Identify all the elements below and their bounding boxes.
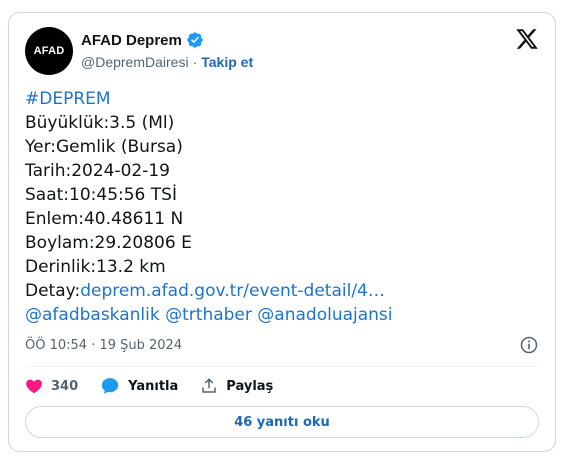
speech-bubble-icon (101, 378, 119, 394)
tweet-header: AFAD AFAD Deprem @DepremDairesi · Takip … (25, 27, 539, 77)
name-row: AFAD Deprem (81, 31, 204, 49)
hashtag-link[interactable]: #DEPREM (25, 89, 111, 109)
display-name[interactable]: AFAD Deprem (81, 32, 182, 49)
reply-button[interactable]: Yanıtla (100, 376, 178, 396)
timestamp-row: ÖÖ 10:54 · 19 Şub 2024 (25, 335, 539, 355)
detail-link[interactable]: deprem.afad.gov.tr/event-detail/4… (80, 281, 385, 301)
mention-link[interactable]: @trthaber (165, 305, 252, 325)
mentions-line: @afadbaskanlik @trthaber @anadoluajansi (25, 303, 539, 327)
text-line-latitude: Enlem:40.48611 N (25, 209, 184, 229)
x-logo-icon[interactable] (515, 27, 539, 51)
mention-link[interactable]: @anadoluajansi (257, 305, 392, 325)
follow-link[interactable]: Takip et (201, 54, 253, 70)
text-line-longitude: Boylam:29.20806 E (25, 233, 192, 253)
text-line-time: Saat:10:45:56 TSİ (25, 185, 177, 205)
text-line-depth: Derinlik:13.2 km (25, 257, 166, 277)
action-bar: 340 Yanıtla Paylaş (25, 374, 295, 398)
like-count: 340 (51, 378, 79, 394)
embedded-tweet-card: AFAD AFAD Deprem @DepremDairesi · Takip … (8, 12, 556, 452)
avatar-text: AFAD (33, 45, 65, 57)
share-button[interactable]: Paylaş (200, 377, 273, 395)
handle-row: @DepremDairesi · Takip et (81, 54, 253, 70)
tweet-text: #DEPREM Büyüklük:3.5 (Ml) Yer:Gemlik (Bu… (25, 87, 539, 327)
reply-label: Yanıtla (128, 378, 179, 394)
detail-prefix: Detay: (25, 281, 81, 301)
text-line-date: Tarih:2024-02-19 (25, 161, 170, 181)
share-icon (202, 378, 217, 393)
timestamp[interactable]: ÖÖ 10:54 · 19 Şub 2024 (25, 338, 182, 353)
read-replies-label: 46 yanıtı oku (234, 414, 330, 430)
verified-badge-icon (187, 32, 203, 48)
heart-icon (26, 379, 42, 394)
mention-link[interactable]: @afadbaskanlik (25, 305, 160, 325)
text-line-detail: Detay:deprem.afad.gov.tr/event-detail/4… (25, 279, 539, 303)
avatar[interactable]: AFAD (25, 27, 73, 75)
divider (25, 366, 539, 367)
read-replies-button[interactable]: 46 yanıtı oku (25, 406, 539, 438)
text-line-location: Yer:Gemlik (Bursa) (25, 137, 183, 157)
like-button[interactable]: 340 (25, 377, 78, 395)
text-line-magnitude: Büyüklük:3.5 (Ml) (25, 113, 175, 133)
handle[interactable]: @DepremDairesi (81, 54, 189, 70)
separator-dot: · (192, 54, 198, 70)
share-label: Paylaş (226, 378, 274, 394)
info-icon[interactable] (519, 335, 539, 355)
